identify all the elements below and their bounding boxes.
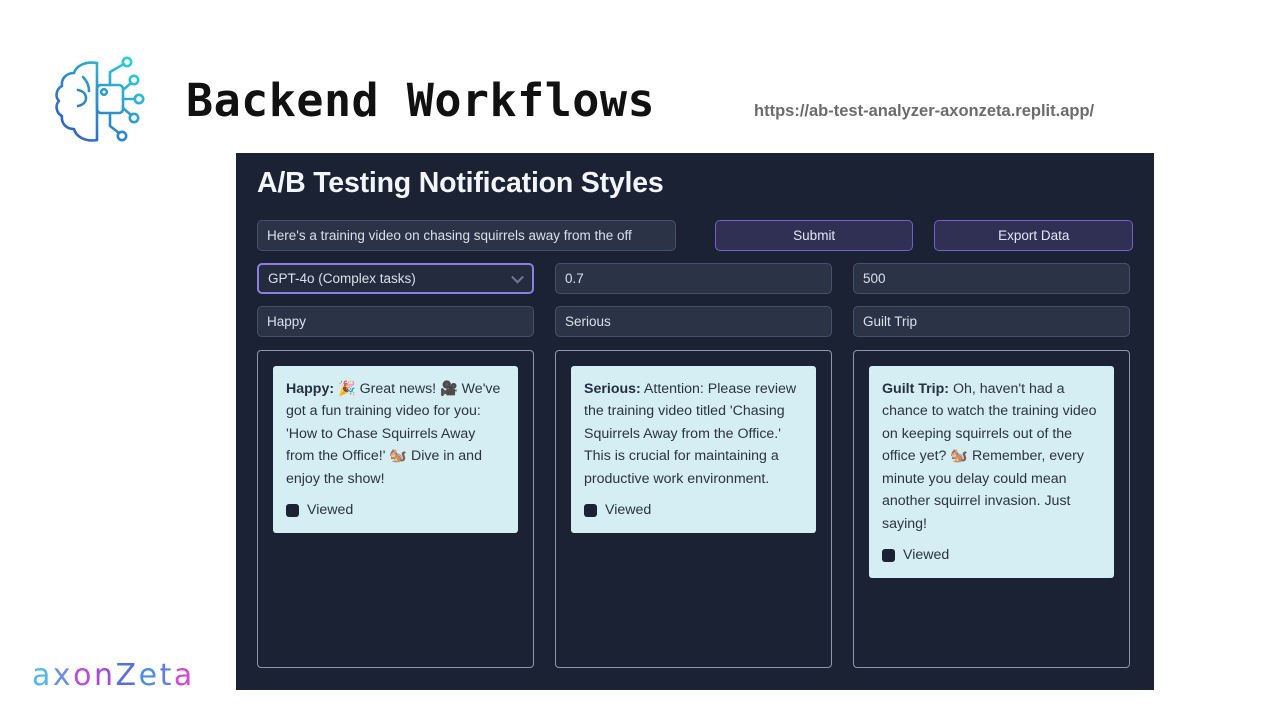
params-row: GPT-4o (Complex tasks) 0.7 500 bbox=[257, 263, 1133, 294]
style-label-guilt-trip[interactable]: Guilt Trip bbox=[853, 306, 1130, 337]
temperature-input[interactable]: 0.7 bbox=[555, 263, 832, 294]
viewed-row[interactable]: Viewed bbox=[584, 499, 803, 521]
export-data-button[interactable]: Export Data bbox=[934, 220, 1134, 251]
app-url: https://ab-test-analyzer-axonzeta.replit… bbox=[754, 102, 1095, 120]
brand-letter: x bbox=[52, 658, 74, 693]
brand-letter: a bbox=[173, 658, 195, 693]
model-select-value: GPT-4o (Complex tasks) bbox=[268, 271, 416, 286]
brand-logo: axonZeta bbox=[32, 658, 195, 693]
brand-letter: e bbox=[138, 658, 160, 693]
result-body: Oh, haven't had a chance to watch the tr… bbox=[882, 381, 1097, 532]
viewed-label: Viewed bbox=[903, 547, 950, 564]
slide-root: Backend Workflows https://ab-test-analyz… bbox=[0, 0, 1280, 720]
results-columns: Happy: 🎉 Great news! 🎥 We've got a fun t… bbox=[257, 350, 1133, 668]
result-text: Happy: 🎉 Great news! 🎥 We've got a fun t… bbox=[286, 378, 505, 490]
result-style-name: Guilt Trip: bbox=[882, 381, 949, 397]
result-text: Guilt Trip: Oh, haven't had a chance to … bbox=[882, 378, 1101, 535]
app-heading: A/B Testing Notification Styles bbox=[257, 167, 664, 199]
viewed-row[interactable]: Viewed bbox=[286, 499, 505, 521]
submit-button[interactable]: Submit bbox=[714, 220, 914, 251]
brand-letter: Z bbox=[115, 658, 139, 693]
result-style-name: Happy: bbox=[286, 381, 335, 397]
result-card: Guilt Trip: Oh, haven't had a chance to … bbox=[869, 366, 1114, 578]
viewed-row[interactable]: Viewed bbox=[882, 544, 1101, 566]
brain-circuit-icon bbox=[45, 50, 149, 154]
result-column-serious: Serious: Attention: Please review the tr… bbox=[555, 350, 832, 668]
prompt-input[interactable]: Here's a training video on chasing squir… bbox=[257, 220, 676, 251]
chevron-down-icon bbox=[511, 270, 524, 284]
brand-letter: t bbox=[159, 658, 174, 693]
result-column-guilt-trip: Guilt Trip: Oh, haven't had a chance to … bbox=[853, 350, 1130, 668]
page-title: Backend Workflows bbox=[186, 74, 656, 127]
max-tokens-input[interactable]: 500 bbox=[853, 263, 1130, 294]
viewed-checkbox[interactable] bbox=[584, 503, 597, 517]
style-label-serious[interactable]: Serious bbox=[555, 306, 832, 337]
viewed-checkbox[interactable] bbox=[286, 503, 299, 517]
prompt-row: Here's a training video on chasing squir… bbox=[257, 220, 1134, 251]
model-select[interactable]: GPT-4o (Complex tasks) bbox=[257, 263, 534, 294]
viewed-label: Viewed bbox=[307, 502, 354, 519]
brand-letter: a bbox=[32, 658, 53, 693]
style-label-row: Happy Serious Guilt Trip bbox=[257, 306, 1133, 337]
result-text: Serious: Attention: Please review the tr… bbox=[584, 378, 803, 490]
result-column-happy: Happy: 🎉 Great news! 🎥 We've got a fun t… bbox=[257, 350, 534, 668]
style-label-happy[interactable]: Happy bbox=[257, 306, 534, 337]
result-style-name: Serious: bbox=[584, 381, 641, 397]
brand-letter: o bbox=[73, 658, 95, 693]
result-card: Happy: 🎉 Great news! 🎥 We've got a fun t… bbox=[273, 366, 518, 533]
viewed-label: Viewed bbox=[605, 502, 652, 519]
brand-letter: n bbox=[94, 658, 116, 693]
app-panel: A/B Testing Notification Styles Here's a… bbox=[236, 153, 1154, 690]
viewed-checkbox[interactable] bbox=[882, 548, 895, 562]
result-card: Serious: Attention: Please review the tr… bbox=[571, 366, 816, 533]
